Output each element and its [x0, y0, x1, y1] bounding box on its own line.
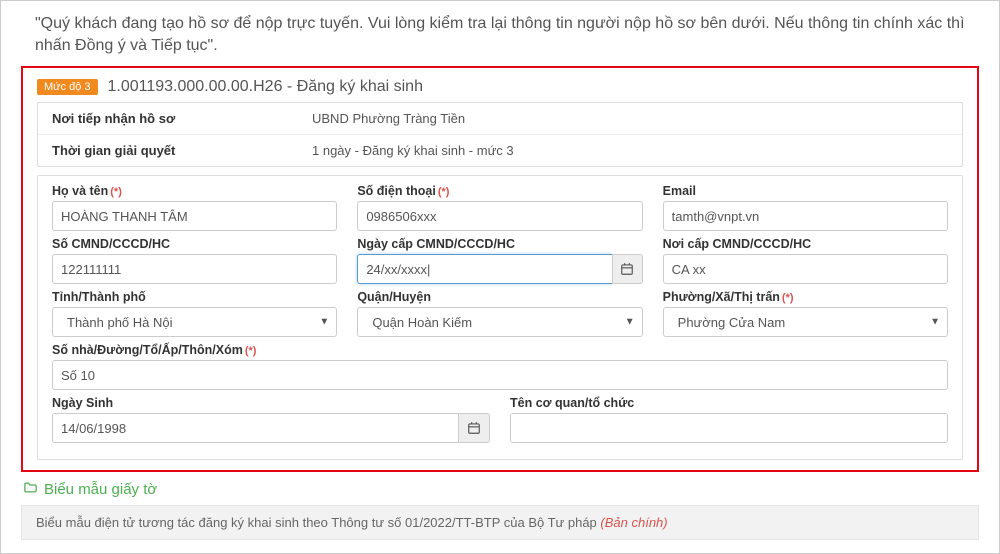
- district-label: Quận/Huyện: [357, 290, 642, 304]
- procedure-title: 1.001193.000.00.00.H26 - Đăng ký khai si…: [108, 78, 423, 96]
- resolve-time-value: 1 ngày - Đăng ký khai sinh - mức 3: [312, 143, 948, 158]
- phone-input[interactable]: [357, 201, 642, 231]
- document-main-tag: (Bản chính): [600, 515, 667, 530]
- required-marker: (*): [245, 345, 257, 357]
- document-template-text: Biểu mẫu điện tử tương tác đăng ký khai …: [36, 515, 597, 530]
- idno-label: Số CMND/CCCD/HC: [52, 237, 337, 251]
- org-label: Tên cơ quan/tổ chức: [510, 396, 948, 410]
- required-marker: (*): [782, 292, 794, 304]
- calendar-icon[interactable]: [612, 254, 642, 284]
- receiver-label: Nơi tiếp nhận hồ sơ: [52, 111, 312, 126]
- documents-section-title: Biểu mẫu giấy tờ: [23, 480, 977, 499]
- fullname-label: Họ và tên(*): [52, 184, 337, 198]
- id-place-input[interactable]: [663, 254, 948, 284]
- email-label: Email: [663, 184, 948, 198]
- required-marker: (*): [110, 186, 122, 198]
- applicant-form: Họ và tên(*) Số điện thoại(*) Email: [37, 175, 963, 460]
- document-template-row[interactable]: Biểu mẫu điện tử tương tác đăng ký khai …: [21, 505, 979, 540]
- idno-input[interactable]: [52, 254, 337, 284]
- procedure-info-box: Nơi tiếp nhận hồ sơ UBND Phường Tràng Ti…: [37, 102, 963, 167]
- birth-input[interactable]: [52, 413, 458, 443]
- ward-select[interactable]: [663, 307, 948, 337]
- org-input[interactable]: [510, 413, 948, 443]
- id-date-label: Ngày cấp CMND/CCCD/HC: [357, 237, 642, 251]
- id-date-input[interactable]: [357, 254, 612, 284]
- email-input[interactable]: [663, 201, 948, 231]
- folder-icon: [23, 480, 38, 499]
- receiver-value: UBND Phường Tràng Tiền: [312, 111, 948, 126]
- id-place-label: Nơi cấp CMND/CCCD/HC: [663, 237, 948, 251]
- province-select[interactable]: [52, 307, 337, 337]
- ward-label: Phường/Xã/Thị trấn(*): [663, 290, 948, 304]
- intro-text: "Quý khách đang tạo hồ sơ để nộp trực tu…: [35, 13, 965, 56]
- highlighted-procedure-box: Mức độ 3 1.001193.000.00.00.H26 - Đăng k…: [21, 66, 979, 472]
- fullname-input[interactable]: [52, 201, 337, 231]
- birth-label: Ngày Sinh: [52, 396, 490, 410]
- calendar-icon[interactable]: [458, 413, 490, 443]
- phone-label: Số điện thoại(*): [357, 184, 642, 198]
- resolve-time-label: Thời gian giải quyết: [52, 143, 312, 158]
- address-label: Số nhà/Đường/Tổ/Ấp/Thôn/Xóm(*): [52, 343, 948, 357]
- district-select[interactable]: [357, 307, 642, 337]
- level-badge: Mức độ 3: [37, 79, 98, 95]
- address-input[interactable]: [52, 360, 948, 390]
- province-label: Tỉnh/Thành phố: [52, 290, 337, 304]
- required-marker: (*): [438, 186, 450, 198]
